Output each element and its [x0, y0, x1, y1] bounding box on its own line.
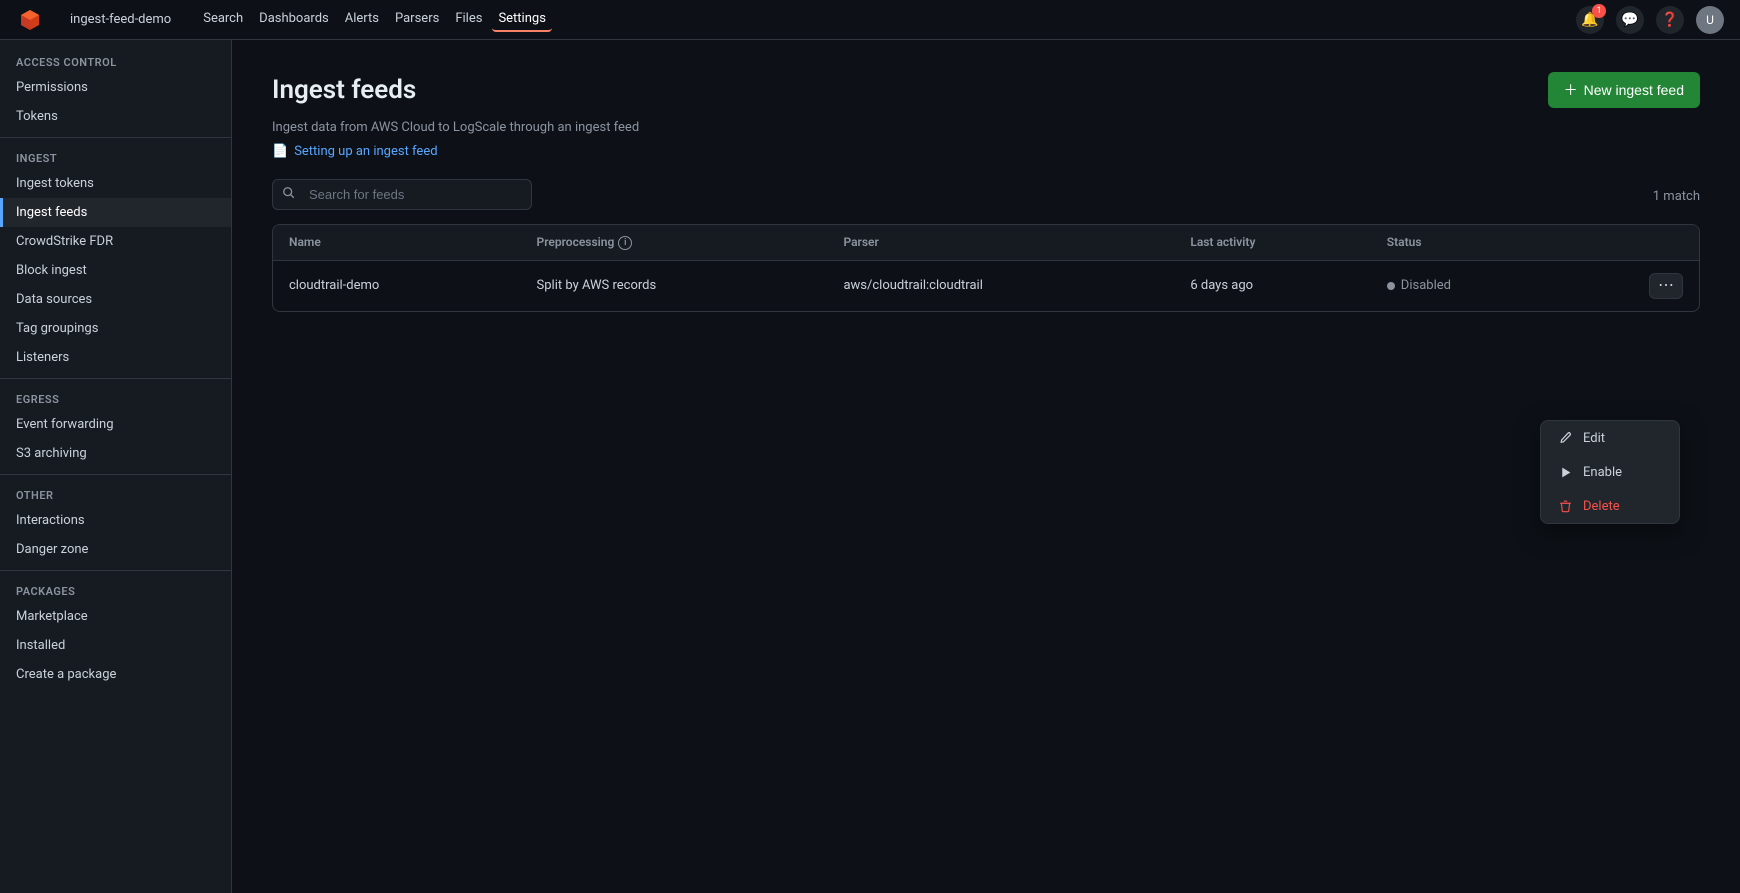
- match-count: 1 match: [1653, 189, 1700, 204]
- dropdown-item-enable[interactable]: Enable: [1541, 455, 1679, 489]
- nav-links: SearchDashboardsAlertsParsersFilesSettin…: [197, 7, 552, 32]
- sidebar-item-event-forwarding[interactable]: Event forwarding: [0, 410, 231, 439]
- sidebar: Access controlPermissionsTokensIngestIng…: [0, 40, 232, 893]
- cell-last_activity: 6 days ago: [1174, 260, 1370, 311]
- sidebar-divider: [0, 378, 231, 379]
- dropdown-item-label: Delete: [1583, 499, 1620, 514]
- doc-icon: 📄: [272, 144, 288, 159]
- col-header-actions: [1565, 225, 1699, 260]
- table-body: cloudtrail-demoSplit by AWS recordsaws/c…: [273, 260, 1699, 311]
- cell-parser: aws/cloudtrail:cloudtrail: [827, 260, 1174, 311]
- repo-label[interactable]: ingest-feed-demo: [64, 8, 177, 31]
- nav-link-settings[interactable]: Settings: [492, 7, 551, 32]
- feeds-table: NamePreprocessingiParserLast activitySta…: [272, 224, 1700, 312]
- cell-actions: ⋯: [1565, 260, 1699, 311]
- edit-icon: [1557, 430, 1573, 446]
- sidebar-item-block-ingest[interactable]: Block ingest: [0, 256, 231, 285]
- app-logo[interactable]: [16, 6, 44, 34]
- sidebar-item-ingest-tokens[interactable]: Ingest tokens: [0, 169, 231, 198]
- table-header: NamePreprocessingiParserLast activitySta…: [273, 225, 1699, 260]
- sidebar-divider: [0, 137, 231, 138]
- topnav-right: 🔔 1 💬 ❓ U: [1576, 6, 1724, 34]
- plus-icon: ＋: [1564, 80, 1578, 100]
- doc-link[interactable]: 📄 Setting up an ingest feed: [272, 144, 438, 159]
- sidebar-section-egress: Egress: [0, 385, 231, 410]
- help-button[interactable]: ❓: [1656, 6, 1684, 34]
- sidebar-item-create-a-package[interactable]: Create a package: [0, 660, 231, 689]
- status-text: Disabled: [1401, 278, 1451, 293]
- dropdown-item-edit[interactable]: Edit: [1541, 421, 1679, 455]
- search-bar: [272, 179, 532, 210]
- delete-icon: [1557, 498, 1573, 514]
- sidebar-item-crowdstrike-fdr[interactable]: CrowdStrike FDR: [0, 227, 231, 256]
- nav-link-dashboards[interactable]: Dashboards: [253, 7, 335, 32]
- sidebar-item-data-sources[interactable]: Data sources: [0, 285, 231, 314]
- preprocessing-info-icon[interactable]: i: [618, 236, 632, 250]
- page-header: Ingest feeds ＋ New ingest feed: [272, 72, 1700, 108]
- nav-link-alerts[interactable]: Alerts: [339, 7, 385, 32]
- cell-name: cloudtrail-demo: [273, 260, 521, 311]
- row-actions-button[interactable]: ⋯: [1649, 273, 1683, 299]
- sidebar-divider: [0, 474, 231, 475]
- sidebar-section-packages: Packages: [0, 577, 231, 602]
- sidebar-item-interactions[interactable]: Interactions: [0, 506, 231, 535]
- messages-button[interactable]: 💬: [1616, 6, 1644, 34]
- new-feed-label: New ingest feed: [1584, 82, 1684, 98]
- doc-link-text: Setting up an ingest feed: [294, 144, 437, 159]
- sidebar-item-s3-archiving[interactable]: S3 archiving: [0, 439, 231, 468]
- sidebar-item-permissions[interactable]: Permissions: [0, 73, 231, 102]
- col-header-last_activity: Last activity: [1174, 225, 1370, 260]
- app-area: Access controlPermissionsTokensIngestIng…: [0, 40, 1740, 893]
- sidebar-item-tokens[interactable]: Tokens: [0, 102, 231, 131]
- status-dot: [1387, 282, 1395, 290]
- dropdown-item-delete[interactable]: Delete: [1541, 489, 1679, 523]
- sidebar-section-ingest: Ingest: [0, 144, 231, 169]
- sidebar-item-installed[interactable]: Installed: [0, 631, 231, 660]
- sidebar-section-access-control: Access control: [0, 48, 231, 73]
- col-header-parser: Parser: [827, 225, 1174, 260]
- nav-link-parsers[interactable]: Parsers: [389, 7, 445, 32]
- main-content: Ingest feeds ＋ New ingest feed Ingest da…: [232, 40, 1740, 893]
- dropdown-menu: Edit Enable Delete: [1540, 420, 1680, 524]
- nav-link-search[interactable]: Search: [197, 7, 249, 32]
- enable-icon: [1557, 464, 1573, 480]
- sidebar-section-other: Other: [0, 481, 231, 506]
- avatar[interactable]: U: [1696, 6, 1724, 34]
- sidebar-item-listeners[interactable]: Listeners: [0, 343, 231, 372]
- topnav: ingest-feed-demo SearchDashboardsAlertsP…: [0, 0, 1740, 40]
- sidebar-item-marketplace[interactable]: Marketplace: [0, 602, 231, 631]
- page-subtitle: Ingest data from AWS Cloud to LogScale t…: [272, 120, 1700, 135]
- notifications-badge: 1: [1592, 4, 1606, 18]
- cell-preprocessing: Split by AWS records: [521, 260, 828, 311]
- sidebar-item-tag-groupings[interactable]: Tag groupings: [0, 314, 231, 343]
- dropdown-item-label: Edit: [1583, 431, 1605, 446]
- col-header-status: Status: [1371, 225, 1566, 260]
- col-header-preprocessing: Preprocessingi: [521, 225, 828, 260]
- notifications-button[interactable]: 🔔 1: [1576, 6, 1604, 34]
- sidebar-item-ingest-feeds[interactable]: Ingest feeds: [0, 198, 231, 227]
- dropdown-item-label: Enable: [1583, 465, 1622, 480]
- nav-link-files[interactable]: Files: [449, 7, 488, 32]
- table-row: cloudtrail-demoSplit by AWS recordsaws/c…: [273, 260, 1699, 311]
- cell-status: Disabled: [1371, 260, 1566, 311]
- page-title: Ingest feeds: [272, 75, 416, 105]
- sidebar-divider: [0, 570, 231, 571]
- search-input[interactable]: [272, 179, 532, 210]
- new-ingest-feed-button[interactable]: ＋ New ingest feed: [1548, 72, 1700, 108]
- search-icon: [282, 186, 296, 204]
- col-header-name: Name: [273, 225, 521, 260]
- sidebar-item-danger-zone[interactable]: Danger zone: [0, 535, 231, 564]
